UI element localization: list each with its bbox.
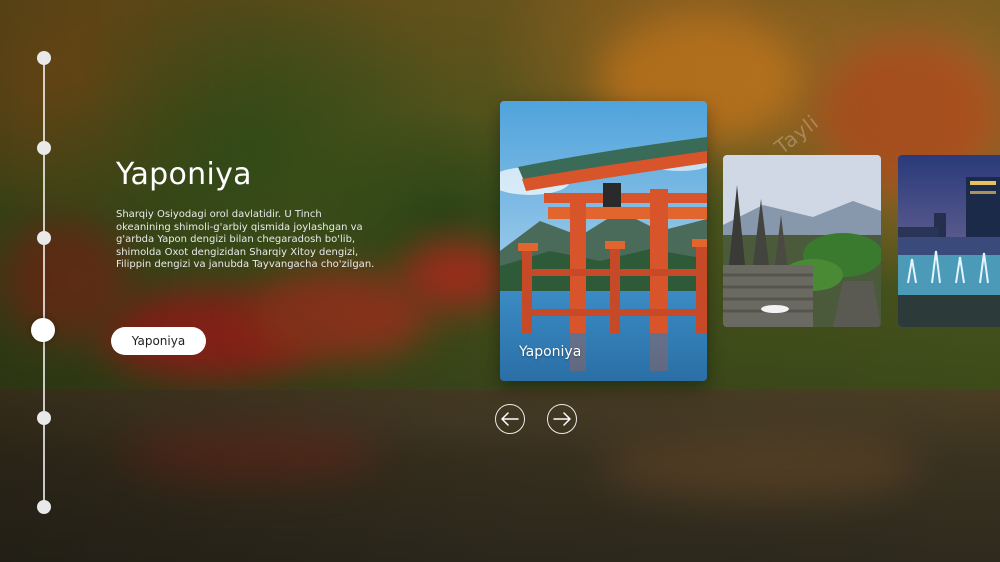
city-image — [898, 155, 1000, 327]
timeline-dot-1[interactable] — [37, 51, 51, 65]
card-temple[interactable] — [723, 155, 881, 327]
country-title: Yaponiya — [116, 157, 252, 192]
country-description: Sharqiy Osiyodagi orol davlatidir. U Tin… — [116, 209, 375, 271]
timeline-dot-6[interactable] — [37, 500, 51, 514]
timeline-line — [43, 58, 45, 508]
torii-gate-image — [500, 101, 707, 381]
temple-image — [723, 155, 881, 327]
next-button[interactable] — [547, 404, 577, 434]
card-city[interactable] — [898, 155, 1000, 327]
country-button[interactable]: Yaponiya — [111, 327, 206, 355]
timeline-dot-3[interactable] — [37, 231, 51, 245]
card-active[interactable]: Yaponiya — [500, 101, 707, 381]
timeline-dot-5[interactable] — [37, 411, 51, 425]
arrow-left-icon — [501, 412, 519, 426]
timeline-dot-2[interactable] — [37, 141, 51, 155]
timeline-dot-active[interactable] — [31, 318, 55, 342]
card-label: Yaponiya — [519, 344, 582, 360]
prev-button[interactable] — [495, 404, 525, 434]
arrow-right-icon — [553, 412, 571, 426]
